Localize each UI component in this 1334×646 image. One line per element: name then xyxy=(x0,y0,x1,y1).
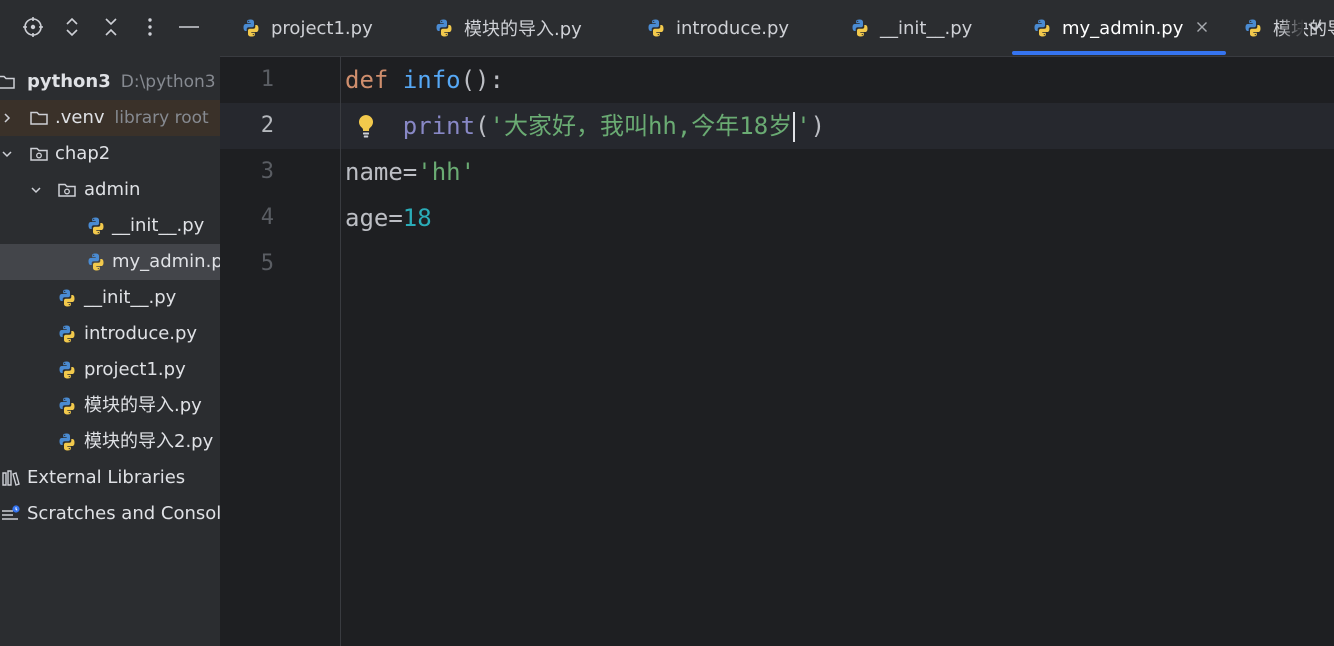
line-number: 3 xyxy=(260,159,274,184)
tree-item-my-admin[interactable]: my_admin.py xyxy=(0,244,220,280)
tab-label: 模块的导入.py xyxy=(464,19,582,40)
python-file-icon xyxy=(86,252,106,272)
python-file-icon xyxy=(57,324,77,344)
tree-item-admin[interactable]: admin xyxy=(0,172,220,208)
editor-tab-bar: project1.py 模块的导入.py introduce.py __init… xyxy=(220,0,1334,57)
python-file-icon xyxy=(646,18,666,38)
chevron-down-icon[interactable] xyxy=(0,136,14,172)
python-file-icon xyxy=(57,432,77,452)
chevron-right-icon[interactable] xyxy=(0,100,14,136)
tree-item-module-import[interactable]: 模块的导入.py xyxy=(0,388,220,424)
code-line-1[interactable]: def info(): xyxy=(345,57,504,103)
code-line-3[interactable]: name='hh' xyxy=(345,149,475,195)
tree-item-path: D:\python3 xyxy=(120,72,216,92)
code-punctuation: ) xyxy=(810,112,826,140)
scratches-icon xyxy=(2,505,20,520)
project-tool-window: python3 D:\python3 .venv library root chap… xyxy=(0,0,220,646)
tree-item-label: __init__.py xyxy=(84,287,177,308)
tree-item-chap2[interactable]: chap2 xyxy=(0,136,220,172)
line-number: 5 xyxy=(260,251,274,276)
tab-overflow-fade xyxy=(1280,0,1304,54)
python-file-icon xyxy=(1243,18,1263,38)
tree-item-label: External Libraries xyxy=(27,467,186,488)
tree-item-label: 模块的导入.py xyxy=(84,395,202,416)
code-punctuation: ( xyxy=(475,112,490,140)
code-builtin: print xyxy=(402,112,476,140)
project-toolbar xyxy=(0,0,220,52)
code-number: 18 xyxy=(402,204,432,232)
tree-item-venv[interactable]: .venv library root xyxy=(0,100,220,136)
python-file-icon xyxy=(1032,18,1052,38)
code-identifier: age= xyxy=(345,204,403,232)
collapse-all-icon[interactable] xyxy=(98,14,124,40)
tree-item-module-import2[interactable]: 模块的导入2.py xyxy=(0,424,220,460)
tab-introduce[interactable]: introduce.py xyxy=(646,0,789,56)
active-tab-indicator xyxy=(1012,51,1226,55)
locate-icon[interactable] xyxy=(20,14,46,40)
tree-item-introduce[interactable]: introduce.py xyxy=(0,316,220,352)
tree-item-chap2-init[interactable]: __init__.py xyxy=(0,280,220,316)
tab-module-import[interactable]: 模块的导入.py xyxy=(434,0,582,56)
tab-label: project1.py xyxy=(271,17,373,39)
tree-item-label: __init__.py xyxy=(112,215,205,236)
tree-item-label: project1.py xyxy=(84,359,186,380)
close-tab-icon[interactable] xyxy=(1192,17,1212,37)
library-icon xyxy=(2,470,20,486)
code-string-quote: ' xyxy=(796,112,811,140)
tree-item-label: python3 xyxy=(27,71,111,92)
tree-item-scratches[interactable]: Scratches and Console xyxy=(0,496,220,532)
more-options-icon[interactable] xyxy=(137,14,163,40)
code-punctuation: (): xyxy=(460,66,504,94)
tree-item-admin-init[interactable]: __init__.py xyxy=(0,208,220,244)
python-file-icon xyxy=(57,396,77,416)
line-number: 4 xyxy=(260,205,274,230)
folder-icon xyxy=(0,75,15,89)
python-file-icon xyxy=(57,360,77,380)
code-identifier: name= xyxy=(345,158,418,186)
code-function-name: info xyxy=(402,66,461,94)
python-file-icon xyxy=(434,18,454,38)
package-folder-icon xyxy=(30,147,48,161)
tree-item-label: my_admin.py xyxy=(112,251,220,272)
tab-label: introduce.py xyxy=(676,17,790,39)
code-line-2[interactable]: print('大家好，我叫hh,今年18岁 ') xyxy=(345,103,825,149)
tab-label: __init__.py xyxy=(880,17,973,39)
text-caret xyxy=(793,112,796,142)
code-line-4[interactable]: age=18 xyxy=(345,195,432,241)
chevron-down-icon[interactable] xyxy=(29,172,43,208)
tab-my-admin[interactable]: my_admin.py xyxy=(1032,0,1183,56)
code-string: '大家好，我叫hh,今年18岁 xyxy=(489,112,793,140)
python-file-icon xyxy=(850,18,870,38)
line-number: 2 xyxy=(260,113,274,138)
code-keyword: def xyxy=(345,66,389,94)
hide-icon[interactable] xyxy=(176,14,202,40)
tree-item-label: admin xyxy=(84,179,141,200)
tree-item-python3[interactable]: python3 D:\python3 xyxy=(0,64,220,100)
tree-item-label: Scratches and Console xyxy=(27,503,220,524)
tree-item-external-libraries[interactable]: External Libraries xyxy=(0,460,220,496)
tab-init[interactable]: __init__.py xyxy=(850,0,972,56)
tree-item-label: introduce.py xyxy=(84,323,198,344)
python-file-icon xyxy=(57,288,77,308)
tree-item-hint: library root xyxy=(114,108,209,128)
python-file-icon xyxy=(86,216,106,236)
code-editor[interactable]: 1 2 3 4 5 def info(): print('大家好，我叫hh,今年… xyxy=(220,57,1334,646)
tree-item-label: chap2 xyxy=(55,143,111,164)
gutter-divider xyxy=(340,57,341,646)
package-folder-icon xyxy=(58,183,76,197)
tab-project1[interactable]: project1.py xyxy=(241,0,373,56)
tree-item-project1[interactable]: project1.py xyxy=(0,352,220,388)
tab-label: my_admin.py xyxy=(1062,17,1184,39)
chevron-down-icon[interactable] xyxy=(1302,14,1328,40)
expand-all-icon[interactable] xyxy=(59,14,85,40)
folder-icon xyxy=(30,111,48,125)
code-string: 'hh' xyxy=(417,158,476,186)
tree-item-label: 模块的导入2.py xyxy=(84,431,214,452)
line-number: 1 xyxy=(260,67,274,92)
tree-item-label: .venv xyxy=(55,107,105,128)
python-file-icon xyxy=(241,18,261,38)
